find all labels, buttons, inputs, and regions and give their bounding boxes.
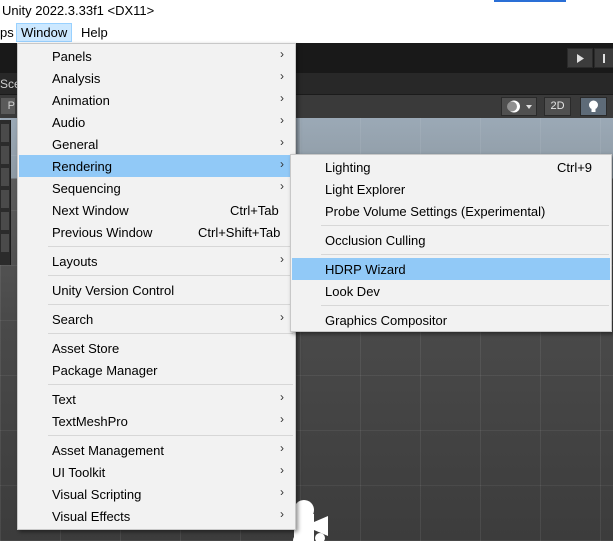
menu-item-panels[interactable]: Panels › bbox=[19, 45, 294, 67]
tool-rect[interactable] bbox=[1, 212, 9, 230]
menu-separator bbox=[321, 254, 609, 255]
menu-item-probe-volume-settings[interactable]: Probe Volume Settings (Experimental) bbox=[292, 200, 610, 222]
menu-item-search[interactable]: Search › bbox=[19, 308, 294, 330]
chevron-right-icon: › bbox=[280, 507, 284, 521]
menu-item-unity-version-control[interactable]: Unity Version Control bbox=[19, 279, 294, 301]
chevron-right-icon: › bbox=[280, 485, 284, 499]
chevron-right-icon: › bbox=[280, 91, 284, 105]
shading-sphere-icon bbox=[507, 100, 532, 113]
menu-separator bbox=[321, 225, 609, 226]
shortcut-previous-window: Ctrl+Shift+Tab bbox=[198, 225, 281, 240]
chevron-right-icon: › bbox=[280, 157, 284, 171]
menu-separator bbox=[48, 304, 293, 305]
menu-item-occlusion-culling[interactable]: Occlusion Culling bbox=[292, 229, 610, 251]
chevron-right-icon: › bbox=[280, 179, 284, 193]
chevron-right-icon: › bbox=[280, 47, 284, 61]
chevron-right-icon: › bbox=[280, 135, 284, 149]
menu-separator bbox=[48, 333, 293, 334]
menu-item-asset-store[interactable]: Asset Store bbox=[19, 337, 294, 359]
pause-button[interactable] bbox=[594, 48, 613, 68]
menu-item-next-window[interactable]: Next Window Ctrl+Tab bbox=[19, 199, 294, 221]
menu-item-audio[interactable]: Audio › bbox=[19, 111, 294, 133]
menu-item-previous-window[interactable]: Previous Window Ctrl+Shift+Tab bbox=[19, 221, 294, 243]
menu-bar: ps Window Help bbox=[0, 22, 613, 43]
lightbulb-icon bbox=[589, 100, 598, 112]
play-icon bbox=[577, 54, 584, 63]
title-bar: Unity 2022.3.33f1 <DX11> bbox=[0, 0, 613, 22]
menu-item-look-dev[interactable]: Look Dev bbox=[292, 280, 610, 302]
tool-move[interactable] bbox=[1, 146, 9, 164]
menu-item-analysis[interactable]: Analysis › bbox=[19, 67, 294, 89]
window-title: Unity 2022.3.33f1 <DX11> bbox=[2, 3, 155, 18]
menu-item-visual-effects[interactable]: Visual Effects › bbox=[19, 505, 294, 527]
menu-separator bbox=[48, 246, 293, 247]
menu-item-light-explorer[interactable]: Light Explorer bbox=[292, 178, 610, 200]
menu-item-animation[interactable]: Animation › bbox=[19, 89, 294, 111]
menu-item-ui-toolkit[interactable]: UI Toolkit › bbox=[19, 461, 294, 483]
tool-rotate[interactable] bbox=[1, 168, 9, 186]
title-bar-accent bbox=[494, 0, 566, 2]
shortcut-lighting: Ctrl+9 bbox=[557, 160, 593, 175]
menu-item-rendering[interactable]: Rendering › bbox=[19, 155, 294, 177]
chevron-right-icon: › bbox=[280, 412, 284, 426]
tool-scale[interactable] bbox=[1, 190, 9, 208]
menu-item-hdrp-wizard[interactable]: HDRP Wizard bbox=[292, 258, 610, 280]
menu-item-textmeshpro[interactable]: TextMeshPro › bbox=[19, 410, 294, 432]
menu-separator bbox=[48, 275, 293, 276]
menu-item-text[interactable]: Text › bbox=[19, 388, 294, 410]
menu-item-sequencing[interactable]: Sequencing › bbox=[19, 177, 294, 199]
menu-separator bbox=[48, 435, 293, 436]
toggle-2d-button[interactable]: 2D bbox=[544, 97, 571, 116]
menu-item-asset-management[interactable]: Asset Management › bbox=[19, 439, 294, 461]
shading-mode-button[interactable] bbox=[501, 97, 537, 116]
chevron-right-icon: › bbox=[280, 390, 284, 404]
menu-item-graphics-compositor[interactable]: Graphics Compositor bbox=[292, 309, 610, 331]
chevron-right-icon: › bbox=[280, 69, 284, 83]
menu-separator bbox=[321, 305, 609, 306]
chevron-right-icon: › bbox=[280, 463, 284, 477]
menu-item-lighting[interactable]: Lighting Ctrl+9 bbox=[292, 156, 610, 178]
play-button[interactable] bbox=[567, 48, 593, 68]
window-menu: Panels › Analysis › Animation › Audio › Gene… bbox=[17, 43, 296, 530]
persp-toggle[interactable]: P bbox=[1, 98, 15, 114]
chevron-right-icon: › bbox=[280, 252, 284, 266]
menu-item-package-manager[interactable]: Package Manager bbox=[19, 359, 294, 381]
chevron-right-icon: › bbox=[280, 113, 284, 127]
menu-help[interactable]: Help bbox=[77, 23, 112, 42]
chevron-right-icon: › bbox=[280, 441, 284, 455]
menu-window[interactable]: Window bbox=[16, 23, 73, 42]
menu-item-general[interactable]: General › bbox=[19, 133, 294, 155]
tool-palette bbox=[0, 120, 11, 265]
tool-view[interactable] bbox=[1, 124, 9, 142]
menu-separator bbox=[48, 384, 293, 385]
menu-item-layouts[interactable]: Layouts › bbox=[19, 250, 294, 272]
chevron-right-icon: › bbox=[280, 310, 284, 324]
pause-icon bbox=[603, 54, 605, 63]
tool-transform[interactable] bbox=[1, 234, 9, 252]
shortcut-next-window: Ctrl+Tab bbox=[230, 203, 279, 218]
rendering-submenu: Lighting Ctrl+9 Light Explorer Probe Volu… bbox=[290, 154, 612, 332]
lighting-toggle-button[interactable] bbox=[580, 97, 607, 116]
menu-item-visual-scripting[interactable]: Visual Scripting › bbox=[19, 483, 294, 505]
